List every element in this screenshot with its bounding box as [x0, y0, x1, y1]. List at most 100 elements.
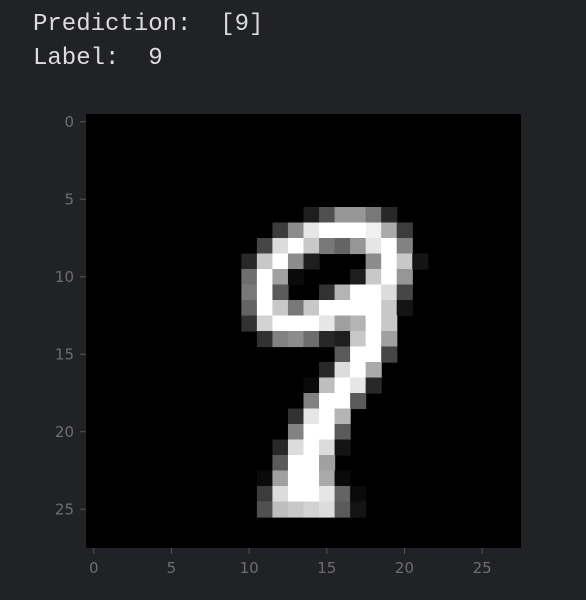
pixel-cell: [381, 315, 398, 332]
pixel-cell: [350, 486, 367, 503]
pixel-cell: [365, 331, 382, 348]
pixel-cell: [396, 222, 413, 239]
pixel-cell: [272, 315, 289, 332]
pixel-cell: [381, 331, 398, 348]
x-tick-label: 0: [89, 559, 99, 577]
pixel-cell: [303, 377, 320, 394]
pixel-cell: [287, 331, 305, 348]
pixel-cell: [350, 315, 367, 332]
pixel-cell: [396, 269, 413, 286]
pixel-cell: [287, 222, 305, 239]
pixel-cell: [381, 253, 398, 270]
pixel-cell: [396, 300, 413, 317]
pixel-cell: [287, 408, 305, 425]
pixel-cell: [365, 362, 382, 379]
pixel-cell: [334, 470, 351, 487]
pixel-cell: [334, 315, 351, 332]
pixel-cell: [319, 501, 336, 518]
pixel-cell: [287, 455, 305, 472]
pixel-cell: [256, 486, 274, 503]
pixel-cell: [319, 455, 336, 472]
pixel-cell: [303, 300, 320, 317]
pixel-cell: [396, 284, 413, 301]
digit-image-plot: 0 5 10 15 20 25 0 5 10 15 20 25: [55, 113, 521, 577]
pixel-cell: [303, 315, 320, 332]
pixel-cell: [365, 238, 382, 255]
pixel-cell: [365, 346, 382, 363]
x-tick-label: 25: [473, 559, 492, 577]
pixel-cell: [334, 408, 351, 425]
pixel-cell: [287, 300, 305, 317]
pixel-cell: [319, 393, 336, 410]
pixel-cell: [334, 331, 351, 348]
pixel-cell: [303, 486, 320, 503]
pixel-cell: [303, 222, 320, 239]
pixel-cell: [334, 346, 351, 363]
pixel-cell: [256, 238, 274, 255]
pixel-cell: [272, 253, 289, 270]
pixel-cell: [256, 253, 274, 270]
y-tick-label: 15: [55, 345, 74, 363]
pixel-cell: [334, 393, 351, 410]
pixel-cell: [287, 486, 305, 503]
pixel-cell: [303, 470, 320, 487]
pixel-cell: [334, 284, 351, 301]
pixel-cell: [350, 501, 367, 518]
pixel-cell: [256, 300, 274, 317]
pixel-cell: [319, 424, 336, 441]
pixel-cell: [350, 222, 367, 239]
notebook-output-area: Prediction: [9] Label: 9 0 5 10 15 20 25 0 5 10 15…: [0, 0, 586, 600]
pixel-cell: [319, 300, 336, 317]
pixel-cell: [272, 470, 289, 487]
pixel-cell: [319, 470, 336, 487]
x-tick-label: 10: [240, 559, 259, 577]
pixel-cell: [303, 253, 320, 270]
pixel-cell: [350, 284, 367, 301]
pixel-cell: [287, 501, 305, 518]
pixel-cell: [350, 207, 367, 224]
pixel-cell: [241, 253, 258, 270]
pixel-cell: [319, 331, 336, 348]
pixel-cell: [272, 222, 289, 239]
pixel-cell: [303, 439, 320, 456]
pixel-cell: [303, 207, 320, 224]
pixel-cell: [350, 377, 367, 394]
pixel-cell: [256, 284, 274, 301]
y-tick-label: 0: [64, 113, 74, 131]
pixel-cell: [396, 238, 413, 255]
pixel-cell: [256, 331, 274, 348]
pixel-cell: [272, 238, 289, 255]
y-tick-label: 10: [55, 268, 74, 286]
pixel-cell: [334, 300, 351, 317]
pixel-cell: [256, 315, 274, 332]
pixel-cell: [365, 377, 382, 394]
pixel-cell: [381, 238, 398, 255]
pixel-cell: [365, 269, 382, 286]
pixel-cell: [256, 470, 274, 487]
pixel-cell: [350, 238, 367, 255]
pixel-cell: [319, 439, 336, 456]
pixel-cell: [303, 455, 320, 472]
pixel-grid: [86, 114, 521, 548]
pixel-cell: [319, 222, 336, 239]
pixel-cell: [365, 222, 382, 239]
x-tick-label: 15: [317, 559, 336, 577]
pixel-cell: [303, 393, 320, 410]
pixel-cell: [303, 501, 320, 518]
pixel-cell: [319, 238, 336, 255]
pixel-cell: [365, 253, 382, 270]
pixel-cell: [334, 424, 351, 441]
pixel-cell: [319, 284, 336, 301]
y-tick-label: 20: [55, 423, 74, 441]
pixel-cell: [272, 486, 289, 503]
pixel-cell: [365, 284, 382, 301]
pixel-cell: [334, 377, 351, 394]
pixel-cell: [272, 269, 289, 286]
pixel-cell: [287, 253, 305, 270]
pixel-cell: [303, 331, 320, 348]
pixel-cell: [350, 269, 367, 286]
y-tick-label: 25: [55, 500, 74, 518]
pixel-cell: [381, 346, 398, 363]
pixel-cell: [256, 501, 274, 518]
pixel-cell: [287, 439, 305, 456]
